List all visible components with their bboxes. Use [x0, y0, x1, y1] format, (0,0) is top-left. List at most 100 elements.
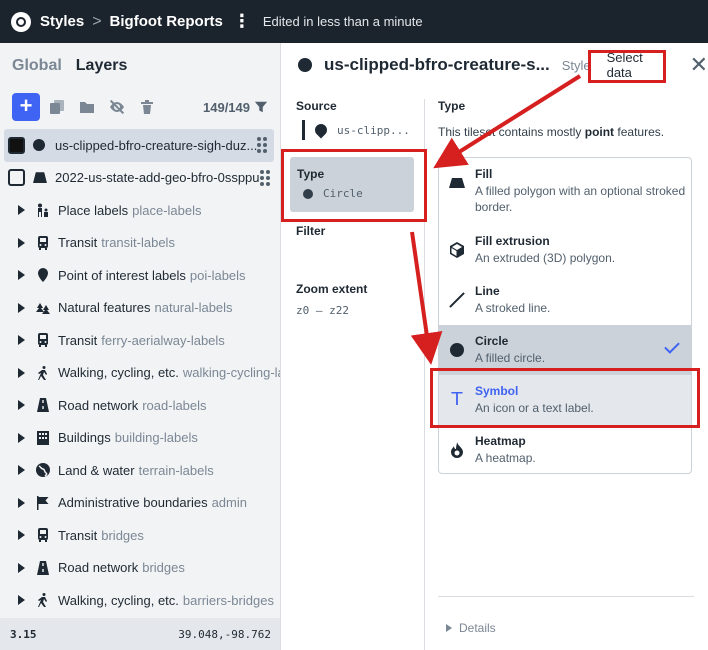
layer-group-item[interactable]: Place labels place-labels: [0, 194, 280, 227]
expand-caret-icon[interactable]: [18, 562, 25, 573]
option-label: Line: [475, 284, 500, 298]
globe-icon: [36, 463, 50, 478]
drag-handle-icon[interactable]: [260, 169, 270, 186]
layer-group-item[interactable]: Natural features natural-labels: [0, 292, 280, 325]
expand-caret-icon[interactable]: [18, 530, 25, 541]
expand-caret-icon[interactable]: [18, 302, 25, 313]
layer-group-item[interactable]: Transit bridges: [0, 519, 280, 552]
fill-icon: [449, 175, 465, 191]
group-name: Point of interest labels: [58, 267, 186, 283]
tab-global[interactable]: Global: [12, 57, 62, 85]
expand-caret-icon[interactable]: [18, 335, 25, 346]
desc-bold: point: [584, 125, 615, 139]
layer-group-item[interactable]: Walking, cycling, etc. barriers-bridges: [0, 584, 280, 617]
layer-item-data-fill[interactable]: 2022-us-state-add-geo-bfro-0ssppu: [0, 162, 280, 195]
expand-caret-icon[interactable]: [18, 595, 25, 606]
layer-group-item[interactable]: Transit transit-labels: [0, 227, 280, 260]
tab-layers[interactable]: Layers: [76, 57, 128, 85]
tab-style[interactable]: Style: [562, 58, 591, 73]
desc-text: This tileset contains mostly: [438, 125, 582, 139]
circle-icon: [298, 58, 312, 72]
group-id: barriers-bridges: [182, 592, 274, 608]
bus-icon: [36, 235, 50, 250]
layer-name: us-clipped-bfro-creature-sigh-duz...: [55, 137, 258, 153]
layer-group-item[interactable]: Point of interest labels poi-labels: [0, 259, 280, 292]
type-option-fill-extrusion[interactable]: Fill extrusion An extruded (3D) polygon.: [439, 225, 691, 275]
expand-caret-icon[interactable]: [18, 465, 25, 476]
layers-panel: Global Layers + 149/149 us-clipped-bfro-…: [0, 43, 281, 650]
color-swatch[interactable]: [8, 136, 25, 154]
group-name: Walking, cycling, etc.: [58, 592, 179, 608]
pin-icon: [36, 268, 50, 283]
color-swatch[interactable]: [8, 169, 25, 187]
layer-group-item[interactable]: Transit ferry-aerialway-labels: [0, 324, 280, 357]
layer-group-item[interactable]: Walking, cycling, etc. walking-cycling-l…: [0, 357, 280, 390]
more-options-icon[interactable]: ⋮: [233, 11, 251, 32]
type-heading: Type: [438, 99, 466, 113]
group-name: Administrative boundaries: [58, 495, 208, 511]
style-name[interactable]: Bigfoot Reports: [110, 13, 223, 30]
duplicate-icon[interactable]: [44, 94, 70, 120]
type-description: This tileset contains mostly point featu…: [438, 125, 694, 139]
line-icon: [449, 292, 465, 308]
flag-icon: [36, 495, 50, 510]
group-name: Road network: [58, 397, 139, 413]
filter-icon[interactable]: [254, 100, 268, 114]
folder-icon[interactable]: [74, 94, 100, 120]
expand-caret-icon[interactable]: [18, 237, 25, 248]
map-status-bar: 3.15 39.048,-98.762: [0, 618, 280, 650]
group-id: natural-labels: [154, 300, 233, 316]
desc-text-end: features.: [617, 125, 665, 139]
add-layer-button[interactable]: +: [12, 93, 40, 121]
type-option-line[interactable]: Line A stroked line.: [439, 275, 691, 325]
expand-caret-icon[interactable]: [18, 497, 25, 508]
layer-group-item[interactable]: Road network bridges: [0, 552, 280, 585]
details-label: Details: [459, 621, 496, 635]
group-name: Land & water: [58, 462, 135, 478]
layer-item-data-circle[interactable]: us-clipped-bfro-creature-sigh-duz...: [4, 129, 274, 162]
source-indicator: [302, 120, 305, 140]
zoom-extent-value: z0 – z22: [296, 304, 349, 317]
layer-group-item[interactable]: Buildings building-labels: [0, 422, 280, 455]
option-label: Fill: [475, 167, 493, 181]
trash-icon[interactable]: [134, 94, 160, 120]
type-option-fill[interactable]: Fill A filled polygon with an optional s…: [439, 158, 691, 225]
group-id: bridges: [101, 527, 144, 543]
close-icon[interactable]: ✕: [690, 52, 708, 78]
pin-icon: [312, 121, 330, 139]
filter-nav-item[interactable]: Filter: [296, 224, 325, 238]
layer-count: 149/149: [203, 100, 268, 115]
cube-icon: [449, 242, 465, 258]
expand-caret-icon[interactable]: [18, 432, 25, 443]
drag-handle-icon[interactable]: [257, 137, 268, 154]
hide-icon[interactable]: [104, 94, 130, 120]
expand-caret-icon[interactable]: [18, 205, 25, 216]
group-id: ferry-aerialway-labels: [101, 332, 225, 348]
group-id: walking-cycling-lal: [182, 365, 280, 381]
walker-icon: [36, 593, 50, 608]
zoom-extent-label[interactable]: Zoom extent: [296, 282, 367, 296]
mapbox-logo-icon[interactable]: [11, 11, 31, 32]
layer-group-item[interactable]: Road network road-labels: [0, 389, 280, 422]
layer-count-text: 149/149: [203, 99, 250, 115]
layer-group-item[interactable]: Administrative boundaries admin: [0, 487, 280, 520]
people-icon: [36, 203, 50, 218]
expand-caret-icon[interactable]: [18, 367, 25, 378]
expand-caret-icon[interactable]: [18, 400, 25, 411]
circle-icon: [33, 139, 45, 152]
flame-icon: [449, 442, 465, 458]
group-name: Transit: [58, 235, 98, 251]
breadcrumb-separator: >: [92, 12, 102, 30]
type-option-heatmap[interactable]: Heatmap A heatmap.: [439, 425, 691, 473]
option-label: Heatmap: [475, 434, 526, 448]
group-name: Transit: [58, 527, 98, 543]
layer-title[interactable]: us-clipped-bfro-creature-s...: [324, 55, 552, 75]
option-label: Circle: [475, 334, 509, 348]
layers-toolbar: + 149/149: [0, 85, 280, 129]
source-row[interactable]: us-clipp...: [282, 119, 427, 141]
styles-link[interactable]: Styles: [40, 13, 84, 30]
expand-caret-icon[interactable]: [18, 270, 25, 281]
layer-group-item[interactable]: Land & water terrain-labels: [0, 454, 280, 487]
source-value: us-clipp...: [337, 123, 410, 137]
details-toggle[interactable]: Details: [438, 596, 694, 635]
